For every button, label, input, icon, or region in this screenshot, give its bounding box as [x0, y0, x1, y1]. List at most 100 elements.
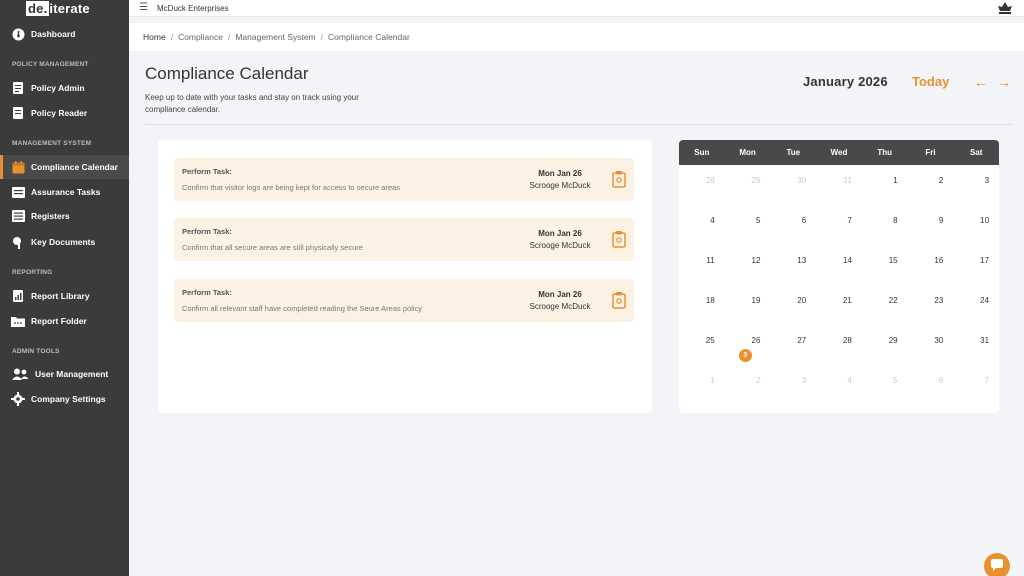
today-button[interactable]: Today — [912, 74, 949, 89]
calendar-day-cell[interactable]: 6 — [770, 205, 816, 245]
clipboard-icon[interactable] — [612, 170, 626, 188]
calendar-day-cell[interactable]: 24 — [953, 285, 999, 325]
sidebar-item-policy-reader[interactable]: Policy Reader — [0, 101, 129, 125]
calendar-day-cell[interactable]: 5 — [725, 205, 771, 245]
tasks-panel: Perform Task: Confirm that visitor logs … — [158, 140, 652, 413]
sidebar-item-registers[interactable]: Registers — [0, 204, 129, 228]
calendar-day-number: 4 — [710, 216, 715, 225]
calendar-week-row: 18 19 20 21 22 23 24 — [679, 285, 999, 325]
app-logo[interactable]: de. iterate — [26, 1, 90, 17]
calendar-day-cell[interactable]: 28 — [679, 165, 725, 205]
calendar-day-number: 7 — [847, 216, 852, 225]
next-month-button[interactable]: → — [997, 74, 1011, 90]
calendar-day-cell[interactable]: 6 — [908, 365, 954, 405]
calendar-day-number: 4 — [847, 376, 852, 385]
calendar-day-number: 6 — [801, 216, 807, 225]
calendar-day-cell[interactable]: 31 — [953, 325, 999, 365]
current-month: January 2026 — [803, 74, 888, 89]
calendar-day-cell[interactable]: 17 — [953, 245, 999, 285]
chat-button[interactable] — [984, 553, 1010, 576]
calendar-day-cell[interactable]: 23 — [908, 285, 954, 325]
task-card[interactable]: Perform Task: Confirm that visitor logs … — [174, 158, 634, 201]
calendar-day-cell[interactable]: 28 — [816, 325, 862, 365]
calendar-day-cell[interactable]: 10 — [953, 205, 999, 245]
calendar-day-cell[interactable]: 30 — [770, 165, 816, 205]
calendar-day-number: 2 — [755, 376, 761, 385]
calendar-day-cell[interactable]: 2 — [908, 165, 954, 205]
sidebar-item-dashboard[interactable]: Dashboard — [0, 22, 129, 46]
sidebar-item-assurance-tasks[interactable]: Assurance Tasks — [0, 180, 129, 204]
breadcrumb-compliance[interactable]: Compliance — [178, 32, 223, 42]
sidebar-item-compliance-calendar[interactable]: Compliance Calendar — [0, 155, 129, 179]
calendar-day-cell[interactable]: 20 — [770, 285, 816, 325]
calendar-day-cell[interactable]: 2 — [725, 365, 771, 405]
calendar-day-cell[interactable]: 31 — [816, 165, 862, 205]
calendar-day-cell[interactable]: 7 — [816, 205, 862, 245]
calendar-day-cell[interactable]: 3 — [953, 165, 999, 205]
calendar-day-number: 22 — [888, 296, 898, 305]
calendar-day-cell[interactable]: 1 — [862, 165, 908, 205]
calendar-day-cell[interactable]: 9 — [908, 205, 954, 245]
hamburger-menu-icon[interactable]: ☰ — [139, 2, 148, 13]
sidebar-item-user-management[interactable]: User Management — [0, 362, 129, 386]
calendar-day-cell[interactable]: 29 — [862, 325, 908, 365]
calendar-day-number: 24 — [980, 296, 990, 305]
calendar-day-cell[interactable]: 30 — [908, 325, 954, 365]
calendar-day-cell[interactable]: 22 — [862, 285, 908, 325]
calendar-day-cell[interactable]: 14 — [816, 245, 862, 285]
calendar-day-cell[interactable]: 29 — [725, 165, 771, 205]
prev-month-button[interactable]: ← — [974, 74, 988, 90]
calendar-day-cell[interactable]: 7 — [953, 365, 999, 405]
calendar-day-cell[interactable]: 19 — [725, 285, 771, 325]
calendar-day-number: 3 — [801, 376, 807, 385]
section-label-management: MANAGEMENT SYSTEM — [12, 140, 92, 147]
calendar-day-cell[interactable]: 8 — [862, 205, 908, 245]
calendar-day-cell[interactable]: 18 — [679, 285, 725, 325]
calendar-day-cell[interactable]: 27 — [770, 325, 816, 365]
company-logo-icon — [998, 2, 1012, 14]
calendar-day-number: 29 — [888, 336, 898, 345]
calendar-day-cell[interactable]: 11 — [679, 245, 725, 285]
sidebar-item-key-documents[interactable]: Key Documents — [0, 230, 129, 254]
calendar-day-cell[interactable]: 4 — [816, 365, 862, 405]
sidebar: de. iterate Dashboard POLICY MANAGEMENT P… — [0, 0, 129, 576]
task-card[interactable]: Perform Task: Confirm that all secure ar… — [174, 218, 634, 261]
sidebar-item-company-settings[interactable]: Company Settings — [0, 387, 129, 411]
breadcrumb-bar: Home / Compliance / Management System / … — [129, 23, 1024, 51]
sidebar-item-policy-admin[interactable]: Policy Admin — [0, 76, 129, 100]
calendar-day-number: 27 — [797, 336, 807, 345]
calendar-day-cell[interactable]: 26 3 — [725, 325, 771, 365]
calendar-day-cell[interactable]: 3 — [770, 365, 816, 405]
calendar-day-cell[interactable]: 15 — [862, 245, 908, 285]
calendar-day-cell[interactable]: 4 — [679, 205, 725, 245]
calendar-day-number: 31 — [842, 176, 852, 185]
calendar-day-cell[interactable]: 13 — [770, 245, 816, 285]
calendar-day-cell[interactable]: 21 — [816, 285, 862, 325]
task-description: Confirm that all secure areas are still … — [182, 243, 363, 252]
task-assignee: Scrooge McDuck — [529, 302, 591, 311]
clipboard-icon[interactable] — [612, 230, 626, 248]
task-count-badge[interactable]: 3 — [738, 349, 752, 362]
breadcrumb-home[interactable]: Home — [143, 32, 166, 42]
breadcrumb-management-system[interactable]: Management System — [235, 32, 315, 42]
sidebar-item-report-folder[interactable]: Report Folder — [0, 309, 129, 333]
policy-reader-icon — [11, 106, 25, 120]
calendar-day-number: 8 — [893, 216, 898, 225]
calendar-day-cell[interactable]: 12 — [725, 245, 771, 285]
calendar-day-number: 25 — [705, 336, 715, 345]
calendar-day-number: 29 — [751, 176, 761, 185]
calendar-week-row: 11 12 13 14 15 16 17 — [679, 245, 999, 285]
calendar-day-cell[interactable]: 16 — [908, 245, 954, 285]
calendar-day-cell[interactable]: 1 — [679, 365, 725, 405]
calendar-day-cell[interactable]: 5 — [862, 365, 908, 405]
calendar-day-number: 14 — [842, 256, 852, 265]
calendar-day-number: 20 — [797, 296, 807, 305]
calendar-day-cell[interactable]: 25 — [679, 325, 725, 365]
task-card[interactable]: Perform Task: Confirm all relevant staff… — [174, 279, 634, 322]
dashboard-icon — [11, 27, 25, 41]
calendar-day-number: 5 — [893, 376, 898, 385]
clipboard-icon[interactable] — [612, 291, 626, 309]
sidebar-item-report-library[interactable]: Report Library — [0, 284, 129, 308]
sidebar-item-label: User Management — [35, 369, 109, 379]
calendar-weekday-header: Sun Mon Tue Wed Thu Fri Sat — [679, 140, 999, 165]
